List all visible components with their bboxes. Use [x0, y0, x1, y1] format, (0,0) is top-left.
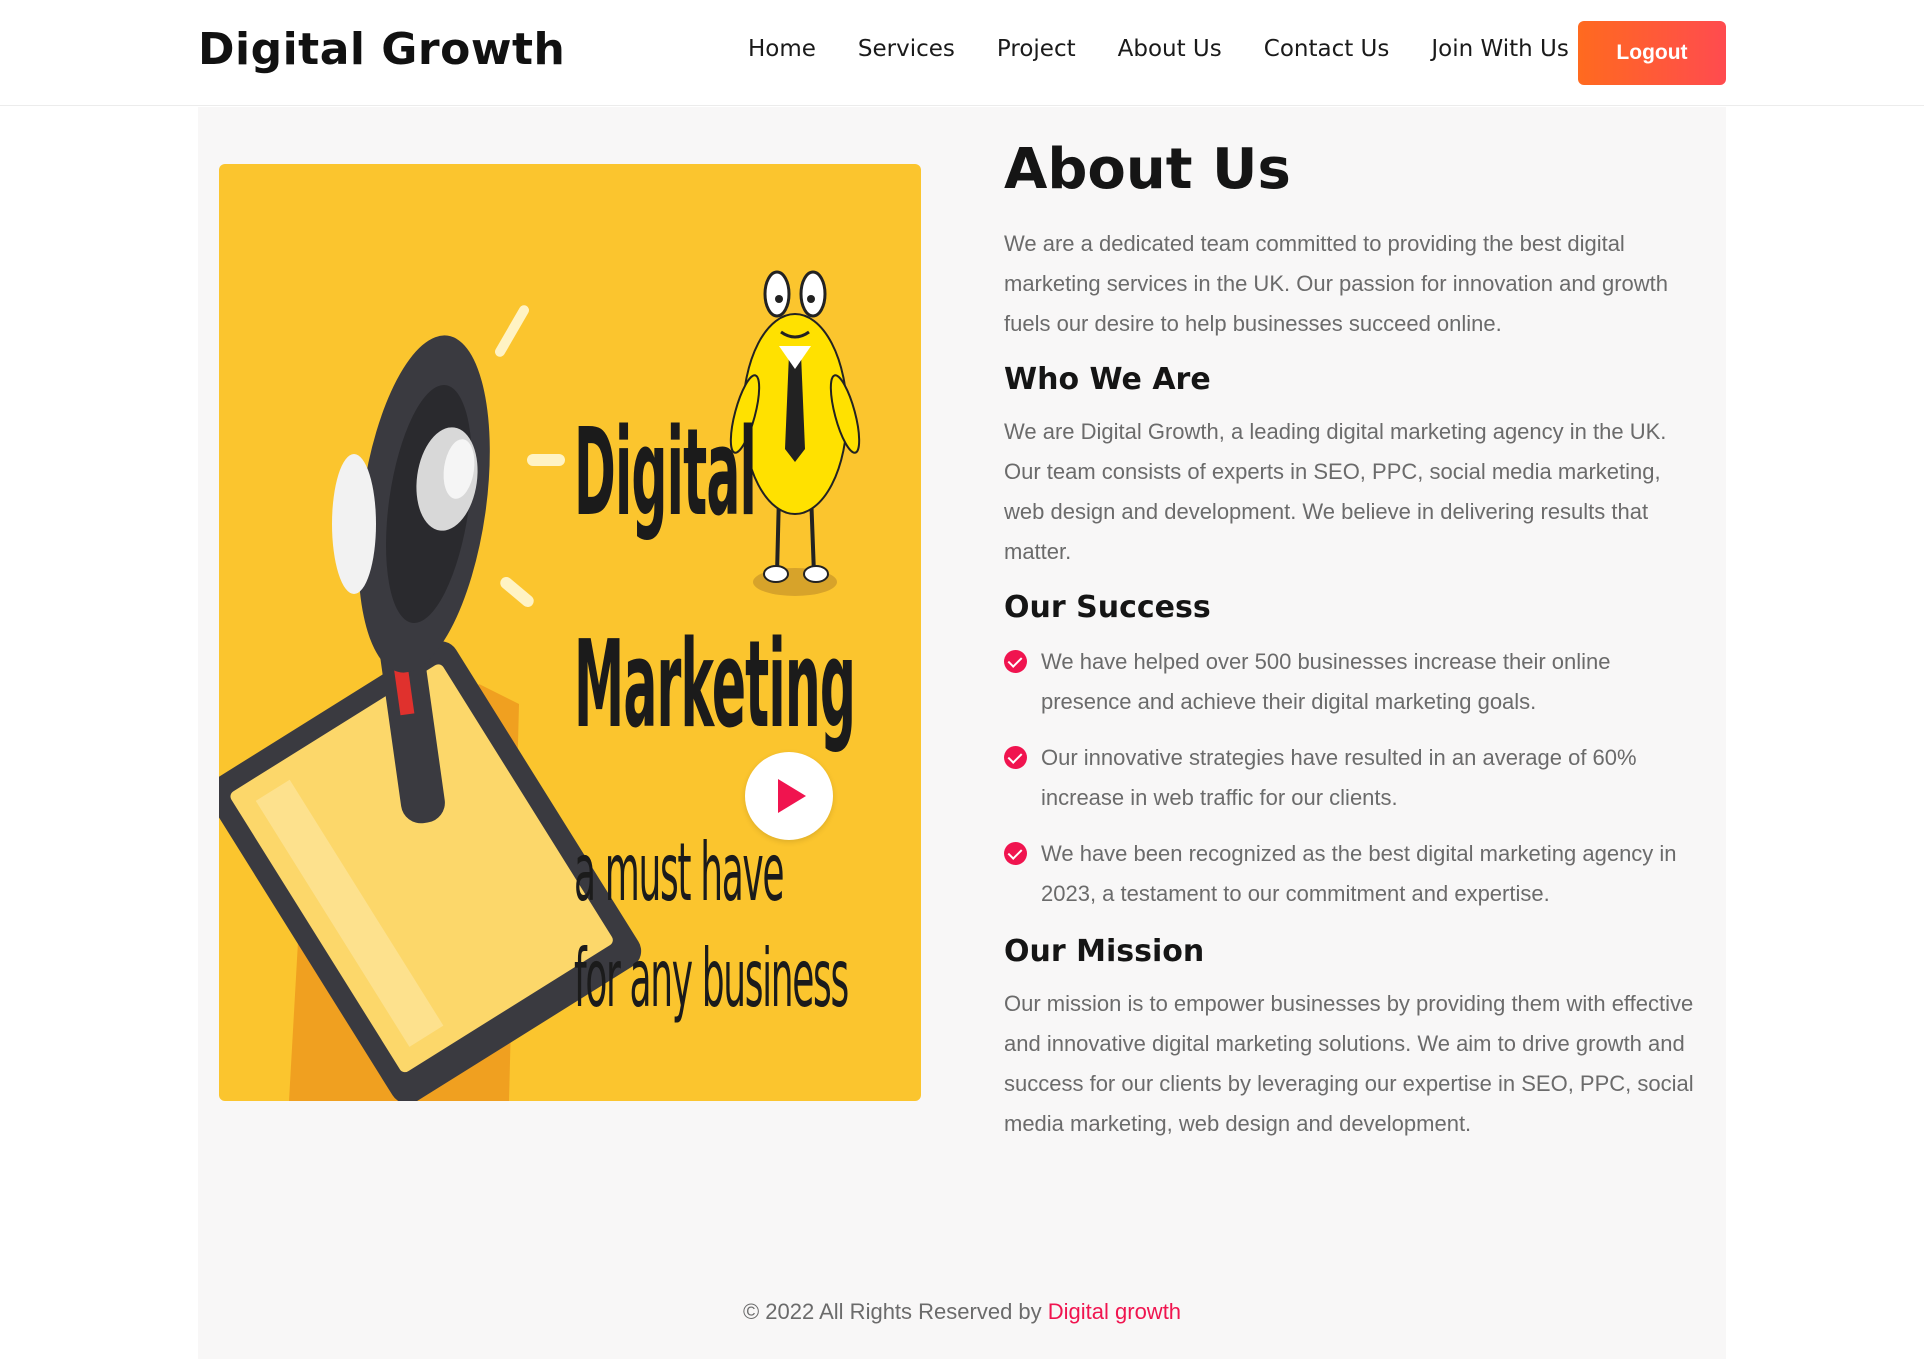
nav-services[interactable]: Services	[858, 30, 955, 68]
nav-contact-us[interactable]: Contact Us	[1264, 30, 1390, 68]
play-icon	[778, 779, 806, 813]
hero-tagline-line2: for any business	[574, 932, 849, 1025]
nav-project[interactable]: Project	[997, 30, 1076, 68]
nav-about-us[interactable]: About Us	[1118, 30, 1222, 68]
brand-logo[interactable]: Digital Growth	[198, 22, 565, 78]
site-header: Digital Growth Home Services Project Abo…	[0, 0, 1924, 106]
our-success-heading: Our Success	[1004, 590, 1211, 625]
success-list: We have helped over 500 businesses incre…	[1004, 642, 1704, 914]
our-mission-heading: Our Mission	[1004, 934, 1205, 969]
nav-home[interactable]: Home	[748, 30, 816, 68]
hero-headline-line2: Marketing	[574, 616, 856, 755]
footer-brand-link[interactable]: Digital growth	[1048, 1299, 1181, 1324]
nav-join-with-us[interactable]: Join With Us	[1431, 30, 1568, 68]
copyright-text: © 2022 All Rights Reserved by	[742, 1299, 1048, 1324]
hero-tagline-line1: a must have	[574, 826, 785, 919]
check-circle-icon	[1004, 746, 1027, 769]
check-circle-icon	[1004, 842, 1027, 865]
list-item: Our innovative strategies have resulted …	[1004, 738, 1704, 818]
logout-button[interactable]: Logout	[1578, 21, 1726, 85]
page-title: About Us	[1004, 137, 1291, 202]
success-item-text: We have been recognized as the best digi…	[1041, 841, 1677, 906]
our-mission-text: Our mission is to empower businesses by …	[1004, 991, 1694, 1136]
about-intro: We are a dedicated team committed to pro…	[1004, 231, 1668, 336]
who-we-are-text: We are Digital Growth, a leading digital…	[1004, 419, 1667, 564]
main-nav: Home Services Project About Us Contact U…	[748, 30, 1611, 68]
success-item-text: Our innovative strategies have resulted …	[1041, 745, 1637, 810]
success-item-text: We have helped over 500 businesses incre…	[1041, 649, 1611, 714]
video-play-button[interactable]	[745, 752, 833, 840]
about-content: About Us We are a dedicated team committ…	[1004, 130, 1704, 1144]
check-circle-icon	[1004, 650, 1027, 673]
hero-headline-line1: Digital	[574, 404, 757, 543]
who-we-are-heading: Who We Are	[1004, 362, 1211, 397]
list-item: We have helped over 500 businesses incre…	[1004, 642, 1704, 722]
site-footer: © 2022 All Rights Reserved by Digital gr…	[198, 1294, 1726, 1330]
list-item: We have been recognized as the best digi…	[1004, 834, 1704, 914]
hero-image: Digital Marketing a must have for any bu…	[219, 164, 921, 1101]
